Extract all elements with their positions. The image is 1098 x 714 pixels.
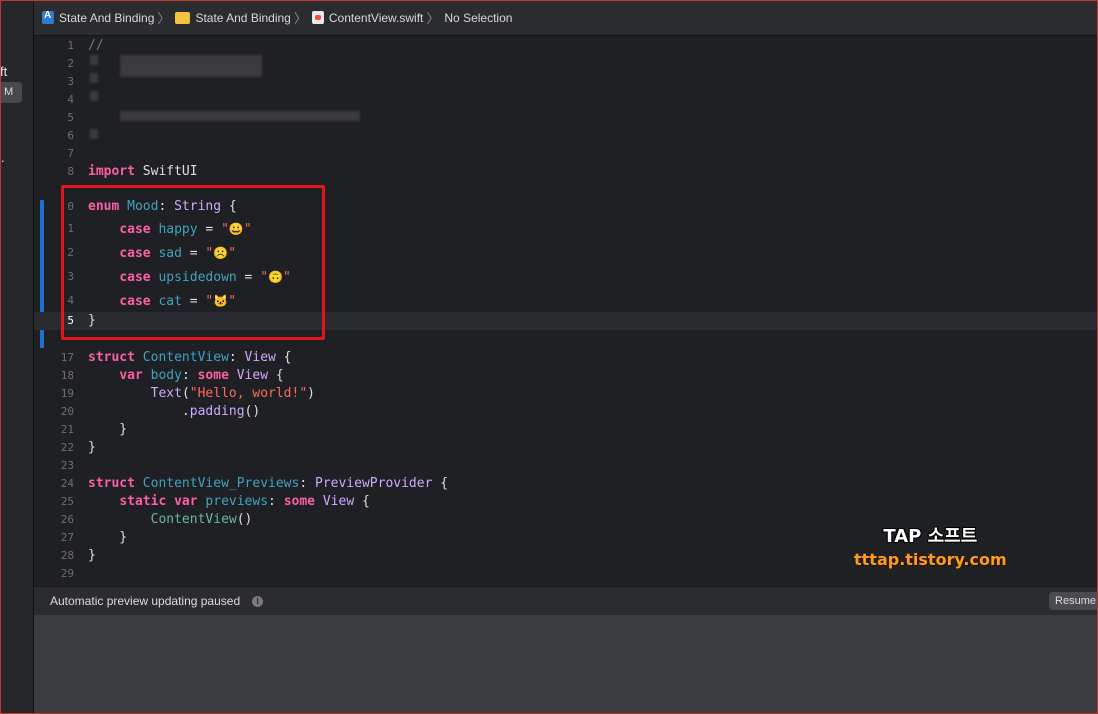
annotation-highlight-box — [61, 185, 325, 340]
line-number: 26 — [60, 513, 74, 526]
line-number: 8 — [67, 165, 74, 178]
preview-status-message: Automatic preview updating paused — [50, 594, 241, 608]
watermark-url: tttap.tistory.com — [854, 550, 1007, 569]
line-number: 18 — [60, 369, 74, 382]
line-number: 5 — [67, 111, 74, 124]
line-number: 20 — [60, 405, 74, 418]
code-line-close: } — [88, 440, 96, 455]
folder-icon — [175, 11, 191, 24]
chevron-right-icon: 〉 — [157, 11, 171, 26]
code-line-import: import SwiftUI — [88, 164, 198, 179]
jump-bar: State And Binding 〉 State And Binding 〉 … — [34, 0, 1098, 36]
sidebar-file-label[interactable]: ft — [0, 64, 7, 79]
line-number: 28 — [60, 549, 74, 562]
line-number: 3 — [67, 75, 74, 88]
sidebar-dot: . — [1, 150, 5, 165]
breadcrumb-group[interactable]: State And Binding — [175, 10, 291, 25]
swift-file-icon — [311, 11, 324, 24]
code-line-previews-var: static var previews: some View { — [119, 494, 370, 509]
line-number: 4 — [67, 93, 74, 106]
code-line-contentview-call: ContentView() — [150, 512, 253, 527]
breadcrumb-group-label: State And Binding — [195, 10, 291, 25]
line-number: 7 — [67, 147, 74, 160]
resume-button[interactable]: Resume — [1049, 592, 1098, 610]
code-line-close: } — [88, 422, 128, 437]
chevron-right-icon: 〉 — [426, 11, 440, 26]
breadcrumb-file-label: ContentView.swift — [328, 10, 424, 25]
code-line-close: } — [88, 548, 96, 563]
code-line-text: Text("Hello, world!") — [150, 386, 315, 401]
code-line-previews-struct: struct ContentView_Previews: PreviewProv… — [88, 476, 449, 491]
breadcrumb-file[interactable]: ContentView.swift — [311, 10, 424, 25]
code-line-padding: .padding() — [88, 404, 261, 419]
source-editor[interactable]: 1// 2 3 4 5 6 7 8 import SwiftUI 0 enum … — [34, 36, 1098, 586]
line-number: 6 — [67, 129, 74, 142]
preview-status-bar: Automatic preview updating paused i Resu… — [34, 586, 1098, 615]
navigator-sidebar: ft M . — [0, 0, 34, 714]
canvas-preview-area — [34, 615, 1098, 714]
line-number: 21 — [60, 423, 74, 436]
line-number: 25 — [60, 495, 74, 508]
line-number: 2 — [67, 57, 74, 70]
breadcrumb-project[interactable]: State And Binding — [42, 10, 155, 25]
source-control-badge: M — [0, 82, 22, 103]
line-number: 17 — [60, 351, 74, 364]
line-number: 29 — [60, 567, 74, 580]
line-number: 27 — [60, 531, 74, 544]
watermark: TAP 소프트 tttap.tistory.com — [854, 522, 1007, 569]
line-number: 22 — [60, 441, 74, 454]
line-number: 24 — [60, 477, 74, 490]
breadcrumb-selection-label: No Selection — [444, 10, 513, 25]
code-line: // — [88, 38, 104, 53]
line-number: 1 — [67, 39, 74, 52]
line-number: 23 — [60, 459, 74, 472]
code-line-struct: struct ContentView: View { — [88, 350, 292, 365]
breadcrumb-selection[interactable]: No Selection — [444, 11, 512, 25]
chevron-right-icon: 〉 — [293, 11, 307, 26]
code-line-body: var body: some View { — [119, 368, 284, 383]
code-line-close: } — [88, 530, 128, 545]
breadcrumb-project-label: State And Binding — [59, 10, 155, 25]
project-icon — [42, 10, 54, 24]
info-icon[interactable]: i — [252, 595, 264, 607]
line-number: 19 — [60, 387, 74, 400]
watermark-title: TAP 소프트 — [883, 526, 978, 547]
